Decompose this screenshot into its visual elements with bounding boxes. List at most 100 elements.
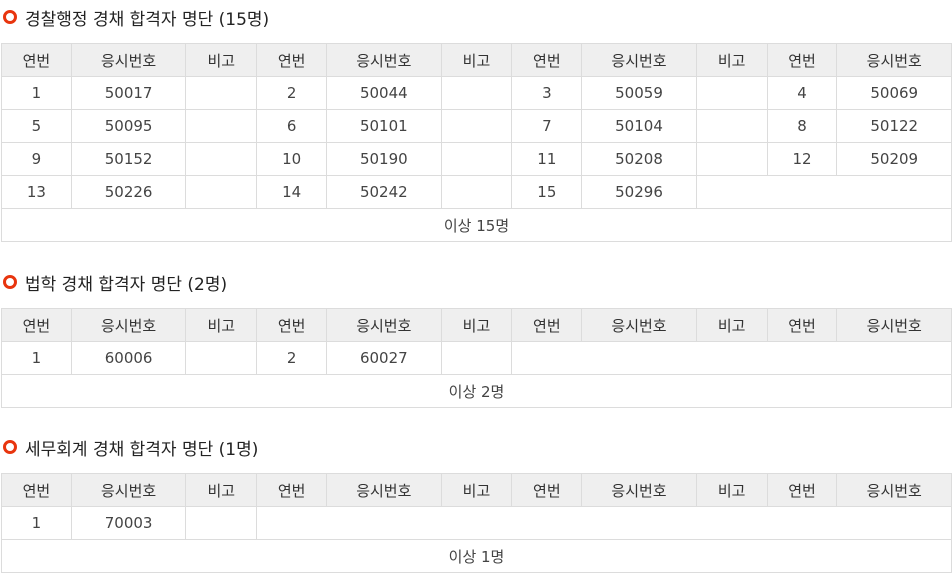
table-cell: 6: [256, 109, 328, 143]
table-row: 9 50152 10 50190 11 50208 12 50209: [1, 142, 952, 176]
results-table: 연번 응시번호 비고 연번 응시번호 비고 연번 응시번호 비고 연번 응시번호 1 60006 2 600…: [1, 308, 952, 408]
table-cell: 50017: [70, 76, 187, 110]
column-header: 비고: [185, 43, 258, 77]
column-header: 응시번호: [326, 308, 442, 342]
table-cell: 2: [256, 76, 328, 110]
summary-row: 이상 2명: [1, 374, 952, 408]
column-header: 응시번호: [581, 43, 697, 77]
table-cell: [185, 175, 258, 209]
table-cell: 1: [1, 506, 72, 540]
bullet-circle-icon: [3, 10, 17, 24]
table-cell: 10: [256, 142, 328, 176]
table-cell: [695, 142, 768, 176]
table-cell: 50104: [581, 109, 697, 143]
section-title-text: 경찰행정 경채 합격자 명단 (15명): [25, 9, 270, 30]
table-cell: 50059: [581, 76, 697, 110]
table-row: 1 70003: [1, 506, 952, 540]
table-cell: [440, 175, 513, 209]
table-cell: 15: [511, 175, 583, 209]
column-header: 비고: [695, 308, 768, 342]
column-header: 응시번호: [836, 308, 952, 342]
table-cell: 9: [1, 142, 72, 176]
table-cell: 50122: [836, 109, 952, 143]
table-row: 1 60006 2 60027: [1, 341, 952, 375]
column-header: 응시번호: [836, 43, 952, 77]
column-header: 응시번호: [70, 308, 187, 342]
column-header: 응시번호: [326, 473, 442, 507]
table-cell: [440, 341, 513, 375]
bullet-circle-icon: [3, 440, 17, 454]
result-section: 법학 경채 합격자 명단 (2명) 연번 응시번호 비고 연번 응시번호 비고 연번 응시번호 비…: [0, 267, 952, 408]
table-cell: 50242: [326, 175, 442, 209]
empty-cell: [511, 341, 952, 375]
column-header: 연번: [1, 308, 72, 342]
column-header: 응시번호: [836, 473, 952, 507]
table-cell: 11: [511, 142, 583, 176]
table-header-row: 연번 응시번호 비고 연번 응시번호 비고 연번 응시번호 비고 연번 응시번호: [1, 43, 952, 77]
page: 경찰행정 경채 합격자 명단 (15명) 연번 응시번호 비고 연번 응시번호 비고 연번 응시…: [0, 2, 952, 573]
column-header: 응시번호: [581, 308, 697, 342]
column-header: 연번: [511, 473, 583, 507]
section-title-text: 법학 경채 합격자 명단 (2명): [25, 274, 228, 295]
column-header: 연번: [256, 308, 328, 342]
result-section: 경찰행정 경채 합격자 명단 (15명) 연번 응시번호 비고 연번 응시번호 비고 연번 응시…: [0, 2, 952, 242]
summary-text: 이상 1명: [1, 539, 952, 573]
column-header: 연번: [511, 308, 583, 342]
column-header: 연번: [766, 473, 838, 507]
table-row: 5 50095 6 50101 7 50104 8 50122: [1, 109, 952, 143]
bullet-circle-icon: [3, 275, 17, 289]
table-cell: 50152: [70, 142, 187, 176]
table-cell: [440, 76, 513, 110]
table-cell: [695, 76, 768, 110]
table-header-row: 연번 응시번호 비고 연번 응시번호 비고 연번 응시번호 비고 연번 응시번호: [1, 473, 952, 507]
column-header: 응시번호: [70, 43, 187, 77]
table-cell: 70003: [70, 506, 187, 540]
table-cell: [185, 76, 258, 110]
table-row: 13 50226 14 50242 15 50296: [1, 175, 952, 209]
section-title: 법학 경채 합격자 명단 (2명): [0, 267, 952, 297]
table-cell: 50209: [836, 142, 952, 176]
section-title-text: 세무회계 경채 합격자 명단 (1명): [25, 439, 259, 460]
summary-row: 이상 15명: [1, 208, 952, 242]
column-header: 비고: [185, 308, 258, 342]
section-title: 세무회계 경채 합격자 명단 (1명): [0, 432, 952, 462]
empty-cell: [695, 175, 952, 209]
column-header: 비고: [695, 473, 768, 507]
summary-text: 이상 2명: [1, 374, 952, 408]
table-cell: [185, 506, 258, 540]
table-cell: 50190: [326, 142, 442, 176]
table-cell: 50101: [326, 109, 442, 143]
summary-text: 이상 15명: [1, 208, 952, 242]
summary-row: 이상 1명: [1, 539, 952, 573]
table-cell: 12: [766, 142, 838, 176]
result-section: 세무회계 경채 합격자 명단 (1명) 연번 응시번호 비고 연번 응시번호 비고 연번 응시번…: [0, 432, 952, 573]
column-header: 연번: [511, 43, 583, 77]
column-header: 연번: [766, 43, 838, 77]
table-cell: [440, 142, 513, 176]
column-header: 연번: [256, 43, 328, 77]
table-cell: 14: [256, 175, 328, 209]
table-cell: 2: [256, 341, 328, 375]
table-cell: 50044: [326, 76, 442, 110]
table-cell: [185, 142, 258, 176]
column-header: 응시번호: [581, 473, 697, 507]
table-cell: 50296: [581, 175, 697, 209]
table-cell: 50208: [581, 142, 697, 176]
table-cell: 8: [766, 109, 838, 143]
table-cell: 13: [1, 175, 72, 209]
empty-cell: [256, 506, 952, 540]
table-cell: 1: [1, 341, 72, 375]
table-cell: 4: [766, 76, 838, 110]
column-header: 연번: [1, 473, 72, 507]
table-cell: 50095: [70, 109, 187, 143]
column-header: 연번: [256, 473, 328, 507]
table-cell: 1: [1, 76, 72, 110]
column-header: 비고: [440, 473, 513, 507]
column-header: 응시번호: [70, 473, 187, 507]
column-header: 연번: [766, 308, 838, 342]
table-cell: 50069: [836, 76, 952, 110]
column-header: 비고: [440, 43, 513, 77]
results-table: 연번 응시번호 비고 연번 응시번호 비고 연번 응시번호 비고 연번 응시번호 1 50017 2 500…: [1, 43, 952, 242]
results-table: 연번 응시번호 비고 연번 응시번호 비고 연번 응시번호 비고 연번 응시번호 1 70003 이상 1…: [1, 473, 952, 573]
table-cell: [440, 109, 513, 143]
